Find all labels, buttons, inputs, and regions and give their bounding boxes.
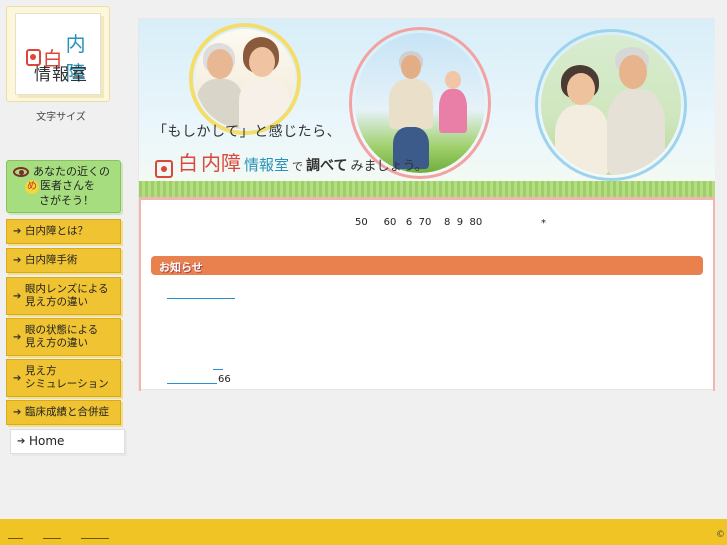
footer-link-3[interactable] bbox=[81, 538, 109, 539]
find-doctor-line2-text: 医者さんを bbox=[40, 179, 95, 192]
logo-card: 白 内障 情報室 bbox=[15, 13, 101, 95]
banner-catch-bold: 調べて bbox=[306, 158, 348, 174]
photo-couple-1 bbox=[195, 29, 295, 129]
banner-catch-blue: 情報室 bbox=[244, 156, 290, 174]
banner-catch-red2: 内障 bbox=[201, 151, 241, 175]
nav-item-label-line1: 見え方 bbox=[25, 365, 57, 377]
banner-catch-rest: みましょう。 bbox=[350, 159, 428, 174]
age-numbers-text: 50 60 6 70 8 9 80 bbox=[355, 217, 483, 228]
nav-item-label: Home bbox=[29, 434, 65, 448]
arrow-right-icon: ➔ bbox=[13, 372, 22, 384]
copyright: © bbox=[716, 530, 725, 540]
arrow-right-icon: ➔ bbox=[13, 331, 22, 343]
site-logo[interactable]: 白 内障 情報室 bbox=[6, 6, 110, 102]
nav-item-label-line2: 見え方の違い bbox=[25, 337, 88, 349]
hero-banner: 「もしかして」と感じたら、 白 内障 情報室 で 調べて みましょう。 bbox=[139, 19, 715, 197]
banner-catch-line1: 「もしかして」と感じたら、 bbox=[153, 124, 342, 140]
find-doctor-line3: さがそう！ bbox=[39, 194, 94, 207]
nav-item-clinical-results[interactable]: ➔ 臨床成績と合併症 bbox=[6, 400, 121, 425]
arrow-right-icon: ➔ bbox=[13, 226, 22, 237]
nav-item-label: 眼内レンズによる 見え方の違い bbox=[25, 283, 108, 309]
nav-item-home[interactable]: ➔ Home bbox=[10, 429, 125, 454]
banner-catch-line2: 白 内障 情報室 で 調べて みましょう。 bbox=[155, 147, 428, 178]
find-doctor-label: あなたの近くの め医者さんを さがそう！ bbox=[25, 165, 121, 208]
nav-item-label: 白内障とは？ bbox=[25, 225, 88, 237]
arrow-right-icon: ➔ bbox=[13, 255, 22, 266]
nav-item-label-line1: 眼の状態による bbox=[25, 324, 99, 336]
sidebar-nav: ➔ 白内障とは？ ➔ 白内障手術 ➔ 眼内レンズによる 見え方の違い ➔ 眼の状態… bbox=[6, 219, 125, 458]
banner-catch-de: で bbox=[292, 160, 304, 173]
grass-strip bbox=[139, 181, 715, 197]
nav-item-label: 白内障手術 bbox=[25, 254, 78, 266]
footer-link-2[interactable] bbox=[43, 538, 61, 539]
nav-item-about-cataract[interactable]: ➔ 白内障とは？ bbox=[6, 219, 121, 244]
news-number: 66 bbox=[218, 374, 231, 385]
eye-icon bbox=[13, 167, 29, 177]
nav-item-simulation[interactable]: ➔ 見え方 シミュレーション bbox=[6, 359, 121, 397]
nav-item-cataract-surgery[interactable]: ➔ 白内障手術 bbox=[6, 248, 121, 273]
footer: © bbox=[0, 519, 727, 545]
banner-catch-red: 白 bbox=[178, 151, 198, 175]
find-doctor-button[interactable]: あなたの近くの め医者さんを さがそう！ bbox=[6, 160, 121, 213]
news-link-2[interactable] bbox=[213, 369, 223, 370]
nav-item-label: 眼の状態による 見え方の違い bbox=[25, 324, 98, 350]
nav-item-label: 臨床成績と合併症 bbox=[25, 406, 109, 418]
font-size-label[interactable]: 文字サイズ bbox=[6, 108, 116, 123]
me-badge: め bbox=[25, 180, 39, 194]
news-header: お知らせ bbox=[151, 256, 703, 275]
find-doctor-line1: あなたの近くの bbox=[33, 165, 110, 178]
footer-link-1[interactable] bbox=[8, 538, 23, 539]
footnote-star: * bbox=[541, 218, 546, 229]
main-content: 「もしかして」と感じたら、 白 内障 情報室 で 調べて みましょう。 50 6… bbox=[138, 18, 715, 391]
eye-icon bbox=[155, 160, 173, 178]
arrow-right-icon: ➔ bbox=[13, 290, 22, 302]
nav-item-eye-condition[interactable]: ➔ 眼の状態による 見え方の違い bbox=[6, 318, 121, 356]
find-doctor-line2: め医者さんを bbox=[25, 179, 121, 194]
arrow-right-icon: ➔ bbox=[17, 436, 26, 447]
nav-item-label-line1: 眼内レンズによる bbox=[25, 283, 109, 295]
arrow-right-icon: ➔ bbox=[13, 407, 22, 418]
nav-item-label: 見え方 シミュレーション bbox=[25, 365, 109, 391]
news-header-label: お知らせ bbox=[159, 261, 203, 274]
nav-item-label-line2: シミュレーション bbox=[25, 378, 109, 390]
news-link-3[interactable] bbox=[167, 383, 217, 384]
news-link-1[interactable] bbox=[167, 298, 235, 299]
nav-item-label-line2: 見え方の違い bbox=[25, 296, 88, 308]
photo-couple-2 bbox=[541, 35, 681, 175]
logo-subtitle: 情報室 bbox=[34, 65, 88, 85]
nav-item-lens-difference[interactable]: ➔ 眼内レンズによる 見え方の違い bbox=[6, 277, 121, 315]
